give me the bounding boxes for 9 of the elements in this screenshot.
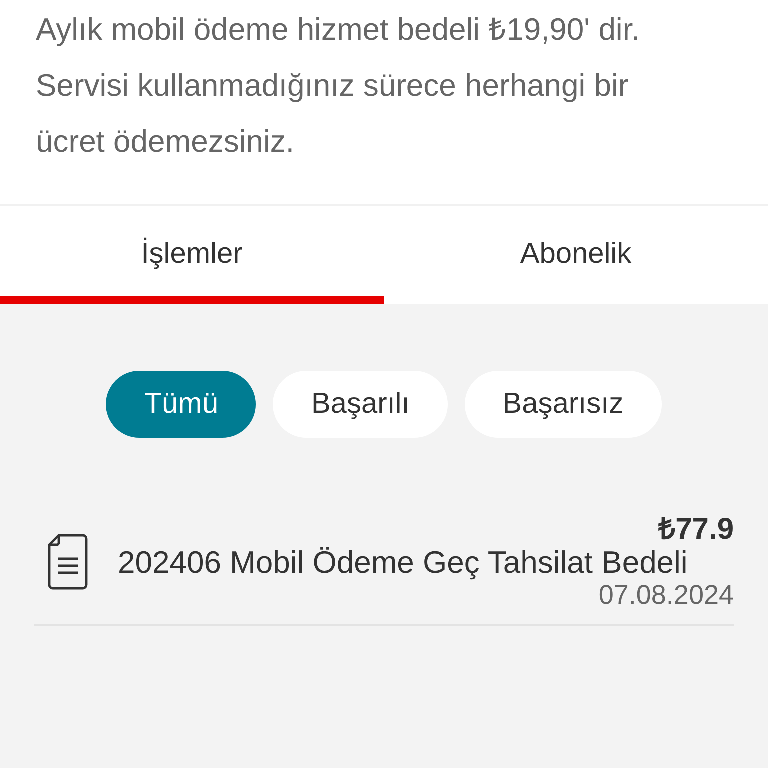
transaction-title: 202406 Mobil Ödeme Geç Tahsilat Bedeli (118, 546, 689, 580)
transaction-row[interactable]: ₺77.9 202406 Mobil Ödeme Geç Tahsilat Bedeli 07.08.2024 (34, 514, 734, 626)
transaction-amount: ₺77.9 (658, 514, 734, 546)
transaction-date: 07.08.2024 (598, 580, 734, 610)
info-paragraph: Aylık mobil ödeme hizmet bedeli ₺19,90' dir. Servisi kullanmadığınız sürece herhangi bir ücret ödemezsiniz. (36, 11, 642, 161)
filter-chip[interactable]: Başarısız (464, 371, 662, 438)
document-icon (48, 534, 88, 590)
filter-chip[interactable]: Tümü (106, 371, 256, 438)
filter-chip[interactable]: Başarılı (273, 371, 448, 438)
